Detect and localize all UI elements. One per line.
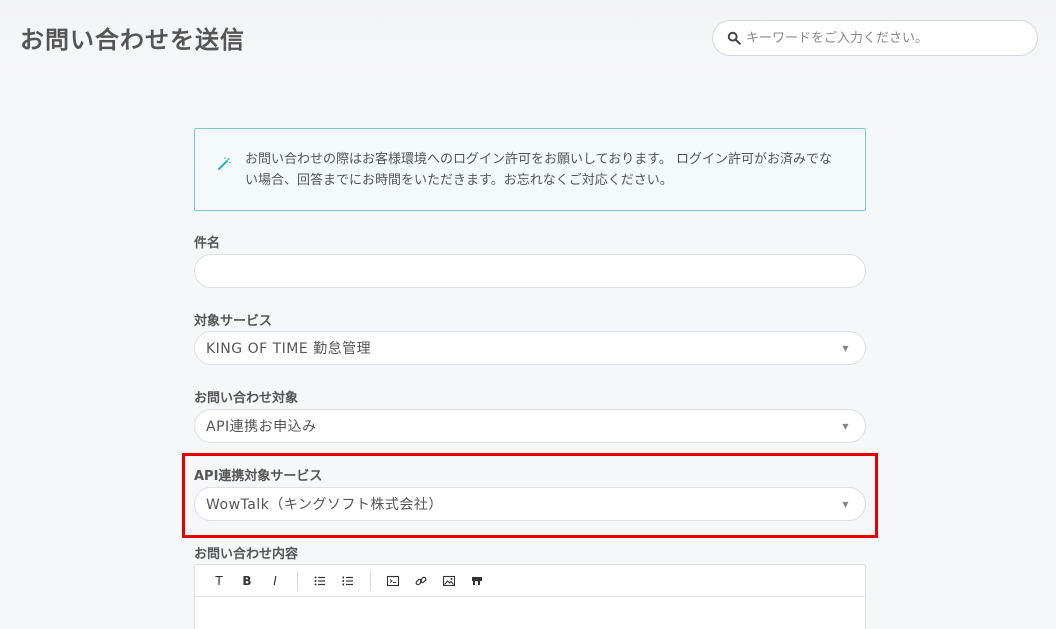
search-icon [727,31,741,45]
heading-button[interactable]: T [205,569,233,593]
quote-button[interactable] [463,569,491,593]
subject-label: 件名 [194,236,221,251]
inquiry-type-select-value: API連携お申込み [206,419,317,435]
toolbar-divider [297,570,298,591]
content-editor[interactable]: T B I [194,564,866,629]
code-block-button[interactable] [379,569,407,593]
api-service-label: API連携対象サービス [194,469,323,484]
caret-down-icon: ▼ [842,422,849,431]
content-label: お問い合わせ内容 [194,547,299,562]
search-box[interactable] [712,20,1038,56]
editor-toolbar: T B I [195,565,865,597]
link-icon [415,576,427,585]
toolbar-divider [370,570,371,591]
image-button[interactable] [435,569,463,593]
subject-input[interactable] [194,254,866,288]
bullet-list-icon [314,576,325,585]
bold-button[interactable]: B [233,569,261,593]
quote-icon [472,576,482,585]
search-input[interactable] [746,30,1037,46]
service-select[interactable]: KING OF TIME 勤怠管理 ▼ [194,331,866,365]
page-title: お問い合わせを送信 [20,26,245,54]
code-block-icon [387,575,399,586]
notice-text: お問い合わせの際はお客様環境へのログイン許可をお願いしております。 ログイン許可… [245,152,833,188]
numbered-list-icon [342,576,353,585]
bullet-list-button[interactable] [306,569,334,593]
italic-button[interactable]: I [261,569,289,593]
service-select-value: KING OF TIME 勤怠管理 [206,341,372,357]
link-button[interactable] [407,569,435,593]
api-service-select[interactable]: WowTalk（キングソフト株式会社） ▼ [194,487,866,521]
caret-down-icon: ▼ [842,344,849,353]
magic-wand-icon [217,157,231,171]
service-label: 対象サービス [194,314,273,329]
image-icon [443,575,455,586]
inquiry-type-select[interactable]: API連携お申込み ▼ [194,409,866,443]
login-permission-notice: お問い合わせの際はお客様環境へのログイン許可をお願いしております。 ログイン許可… [194,128,866,211]
numbered-list-button[interactable] [334,569,362,593]
inquiry-type-label: お問い合わせ対象 [194,391,299,406]
caret-down-icon: ▼ [842,500,849,509]
api-service-select-value: WowTalk（キングソフト株式会社） [206,497,443,513]
